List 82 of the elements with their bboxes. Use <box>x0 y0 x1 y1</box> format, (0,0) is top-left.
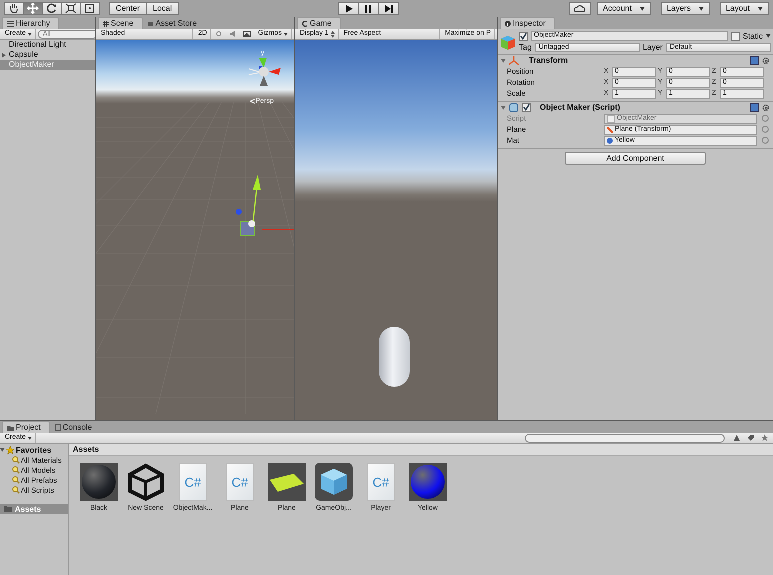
dropdown-button[interactable]: Layout <box>720 2 769 15</box>
tag-label: Tag <box>519 42 532 52</box>
help-icon[interactable] <box>750 103 759 112</box>
caret-icon <box>28 436 32 440</box>
axes-icon <box>509 56 520 66</box>
layer-label: Layer <box>642 42 663 52</box>
info-icon <box>505 20 511 26</box>
expand-icon[interactable] <box>2 52 6 58</box>
image-icon[interactable] <box>243 30 252 38</box>
search-icon <box>12 466 20 474</box>
caret-icon <box>758 6 763 10</box>
console-icon <box>54 424 61 431</box>
favorites-item[interactable]: Favorites <box>0 445 68 455</box>
search-icon <box>12 456 20 464</box>
breadcrumb[interactable]: Assets <box>69 444 773 456</box>
caret-icon <box>28 32 32 36</box>
rotate-icon <box>46 3 58 14</box>
hierarchy-tab[interactable]: Hierarchy <box>2 17 60 29</box>
cloud-icon <box>573 4 588 13</box>
scale-icon <box>65 3 77 14</box>
pause-button[interactable] <box>358 2 380 15</box>
hierarchy-item[interactable]: Capsule <box>0 50 95 60</box>
play-button[interactable] <box>338 2 360 15</box>
component-title: Object Maker (Script) <box>540 103 620 112</box>
static-label: Static <box>742 32 763 40</box>
updown-icon <box>330 30 335 38</box>
dropdown-button[interactable]: Account <box>597 2 651 15</box>
script-icon <box>509 102 519 112</box>
settings-icon[interactable] <box>762 56 770 64</box>
panel-tab[interactable]: Project <box>2 421 50 433</box>
tool-button[interactable] <box>42 2 62 15</box>
hand-icon <box>8 3 20 14</box>
caret-icon <box>698 6 704 10</box>
scene-icon[interactable] <box>127 463 165 501</box>
panel-tab[interactable]: Scene <box>98 17 143 29</box>
folder-icon <box>7 424 14 430</box>
enabled-checkbox[interactable] <box>522 103 531 112</box>
game-tab[interactable]: Game <box>297 17 341 29</box>
material-thumbnail[interactable] <box>80 463 118 501</box>
folder-icon <box>4 506 12 512</box>
caret-icon <box>284 32 288 36</box>
tool-button[interactable] <box>4 2 24 15</box>
caret-icon <box>640 6 645 10</box>
cube-icon <box>500 35 516 51</box>
pause-icon <box>364 4 374 14</box>
inspector-tab[interactable]: Inspector <box>500 17 555 29</box>
list-icon <box>7 20 14 26</box>
caret-icon[interactable] <box>766 34 771 38</box>
perspective-icon <box>250 99 255 104</box>
step-icon <box>384 4 394 14</box>
dropdown-button[interactable]: Layers <box>660 2 710 15</box>
move-icon <box>27 3 39 14</box>
search-icon <box>12 486 20 494</box>
panel-tab[interactable]: Console <box>50 422 100 433</box>
help-icon[interactable] <box>750 56 759 65</box>
capsule-drawing <box>379 327 410 387</box>
material-thumbnail[interactable] <box>409 463 447 501</box>
cloud-button[interactable] <box>569 2 592 15</box>
cube-thumbnail[interactable] <box>315 463 353 501</box>
play-icon <box>344 4 354 14</box>
grid-icon <box>103 20 109 26</box>
settings-icon[interactable] <box>762 104 770 112</box>
step-button[interactable] <box>378 2 400 15</box>
static-checkbox[interactable] <box>730 32 740 40</box>
game-icon <box>302 20 308 26</box>
rect-tool-icon <box>84 3 96 14</box>
search-field[interactable] <box>525 434 725 442</box>
pivot-button[interactable]: Center <box>109 2 148 15</box>
search-icon <box>12 476 20 484</box>
star-icon[interactable] <box>761 434 769 442</box>
collapse-icon[interactable] <box>501 58 506 62</box>
active-checkbox[interactable] <box>519 32 528 40</box>
tool-button[interactable] <box>61 2 81 15</box>
tool-button[interactable] <box>80 2 100 15</box>
pivot-button[interactable]: Local <box>146 2 180 15</box>
hierarchy-item[interactable]: Directional Light <box>0 40 95 50</box>
plane-thumbnail[interactable] <box>268 463 306 501</box>
add-component-button[interactable]: Add Component <box>565 152 706 165</box>
star-icon <box>6 446 15 454</box>
collapse-icon[interactable] <box>501 106 506 110</box>
panel-tab[interactable]: Asset Store <box>144 18 206 29</box>
component-title: Transform <box>529 56 568 65</box>
